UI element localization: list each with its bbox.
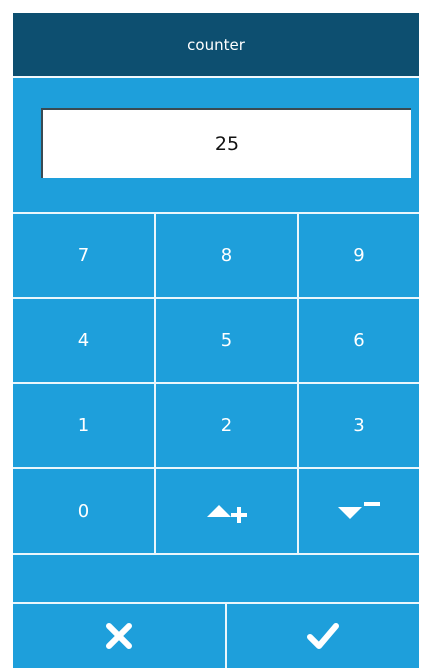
key-5[interactable]: 5 xyxy=(156,299,297,382)
key-label: 6 xyxy=(353,330,365,351)
counter-value: 25 xyxy=(214,133,240,155)
down-minus-icon xyxy=(336,497,382,525)
key-label: 1 xyxy=(77,415,90,436)
key-label: 5 xyxy=(220,330,233,351)
numeric-keypad: 7 8 9 4 5 6 1 2 3 0 xyxy=(13,212,419,555)
key-label: 4 xyxy=(77,330,90,351)
dialog-title: counter xyxy=(187,35,245,54)
key-label: 7 xyxy=(77,245,90,266)
key-label: 0 xyxy=(77,500,90,522)
key-3[interactable]: 3 xyxy=(299,384,419,467)
counter-value-field[interactable]: 25 xyxy=(41,108,411,178)
decrement-button[interactable] xyxy=(299,469,419,553)
up-plus-icon xyxy=(205,497,249,525)
key-label: 8 xyxy=(220,245,233,266)
key-label: 9 xyxy=(353,245,365,266)
key-0[interactable]: 0 xyxy=(13,469,154,553)
key-9[interactable]: 9 xyxy=(299,214,419,297)
keypad-divider xyxy=(13,553,419,555)
key-8[interactable]: 8 xyxy=(156,214,297,297)
cancel-button[interactable] xyxy=(13,604,225,668)
confirm-button[interactable] xyxy=(227,604,419,668)
increment-button[interactable] xyxy=(156,469,297,553)
title-divider xyxy=(13,76,419,78)
dialog-action-bar xyxy=(13,602,419,668)
close-icon xyxy=(104,621,134,651)
key-6[interactable]: 6 xyxy=(299,299,419,382)
key-7[interactable]: 7 xyxy=(13,214,154,297)
key-label: 3 xyxy=(353,415,365,436)
key-1[interactable]: 1 xyxy=(13,384,154,467)
dialog-title-bar: counter xyxy=(13,13,419,76)
key-2[interactable]: 2 xyxy=(156,384,297,467)
checkmark-icon xyxy=(306,621,340,651)
key-label: 2 xyxy=(220,415,233,436)
counter-dialog: counter 25 7 8 9 4 5 6 1 2 3 0 xyxy=(13,13,419,668)
key-4[interactable]: 4 xyxy=(13,299,154,382)
